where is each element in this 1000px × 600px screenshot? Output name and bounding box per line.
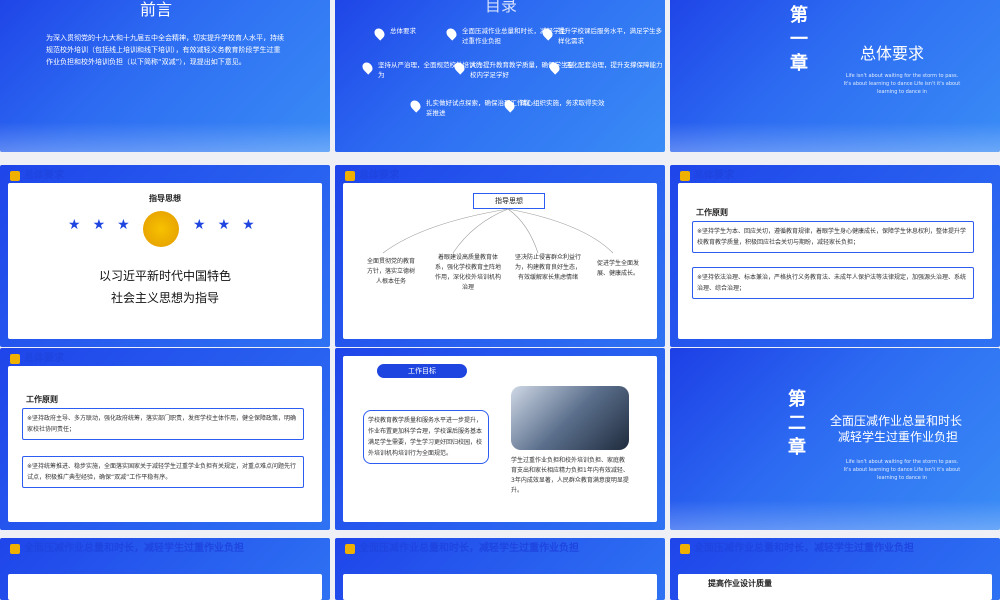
principle-box-2: ※坚持依法治理、标本兼治，严格执行义务教育法、未成年人保护法等法律规定，加强源头… xyxy=(692,267,974,299)
section-header: 总体要求 xyxy=(24,170,64,181)
slide-thumbnail-11[interactable]: 全面压减作业总量和时长，减轻学生过重作业负担 xyxy=(335,538,665,600)
section-header: 全面压减作业总量和时长，减轻学生过重作业负担 xyxy=(694,543,914,554)
branch-text-2: 着眼建设高质量教育体系，强化学校教育主阵地作用，深化校外培训机构治理 xyxy=(434,254,501,291)
section-header: 全面压减作业总量和时长，减轻学生过重作业负担 xyxy=(359,543,579,554)
star-icon: ★ xyxy=(92,217,106,233)
chapter-english-text: Life isn't about waiting for the storm t… xyxy=(843,459,961,481)
section-header: 总体要求 xyxy=(24,353,64,364)
skyline-decoration xyxy=(670,122,1000,152)
chapter-english-text: Life isn't about waiting for the storm t… xyxy=(843,73,961,95)
slide-thumbnail-4[interactable]: 总体要求 指导思想 ★ ★ ★ ★ ★ ★ 以习近平新时代中国特色 社会主义思想… xyxy=(0,165,330,347)
map-pin-icon xyxy=(502,98,517,113)
chapter-title-line-1: 全面压减作业总量和时长 xyxy=(830,414,963,428)
slide-thumbnail-5[interactable]: 总体要求 指导思想 全面贯彻党的教育方针，落实立德树人根本任务 着眼建设高质量教… xyxy=(335,165,665,347)
star-icon: ★ xyxy=(193,217,206,233)
party-logo-icon xyxy=(10,544,20,554)
star-icon: ★ xyxy=(68,217,81,233)
party-logo-icon xyxy=(680,171,690,181)
subtitle: 工作原则 xyxy=(696,208,728,217)
subtitle: 指导思想 xyxy=(149,194,181,203)
chapter-number: 第一章 xyxy=(790,5,808,74)
hammer-sickle-icon xyxy=(143,211,179,247)
principle-box-2: ※坚持统筹推进、稳步实施，全面落实国家关于减轻学生过重学业负担有关规定，对重点难… xyxy=(22,456,304,488)
slide-thumbnail-6[interactable]: 总体要求 工作原则 ※坚持学生为本、回应关切，遵循教育规律，着眼学生身心健康成长… xyxy=(670,165,1000,347)
slide-thumbnail-8[interactable]: 工作目标 学校教育教学质量和服务水平进一步提升，作业布置更加科学合理，学校课后服… xyxy=(335,348,665,530)
chapter-number: 第二章 xyxy=(788,389,806,458)
party-logo-icon xyxy=(345,171,355,181)
slide-thumbnail-9[interactable]: 第二章 全面压减作业总量和时长 减轻学生过重作业负担 Life isn't ab… xyxy=(670,348,1000,530)
branch-text-3: 坚决防止侵害群众利益行为，构建教育良好生态，有效缓解家长焦虑情绪 xyxy=(514,254,581,281)
toc-item-3: 提升学校课后服务水平，满足学生多样化需求 xyxy=(540,26,663,46)
map-pin-icon xyxy=(360,60,375,75)
guiding-line-2: 社会主义思想为指导 xyxy=(110,291,219,305)
party-logo-icon xyxy=(10,354,20,364)
party-logo-icon xyxy=(10,171,20,181)
star-icon: ★ xyxy=(217,217,231,233)
principle-box-1: ※坚持政府主导、多方联动，强化政府统筹，落实部门职责，发挥学校主体作用，健全保障… xyxy=(22,408,304,440)
map-pin-icon xyxy=(547,60,562,75)
slide-thumbnail-12[interactable]: 全面压减作业总量和时长，减轻学生过重作业负担 提高作业设计质量 xyxy=(670,538,1000,600)
map-pin-icon xyxy=(444,26,459,41)
section-header: 总体要求 xyxy=(359,170,399,181)
party-logo-icon xyxy=(345,544,355,554)
map-pin-icon xyxy=(540,26,555,41)
slide-thumbnail-3[interactable]: 第一章 总体要求 Life isn't about waiting for th… xyxy=(670,0,1000,152)
skyline-decoration xyxy=(670,500,1000,530)
map-pin-icon xyxy=(372,26,387,41)
toc-item-8: 精心组织实施，务求取得实效 xyxy=(502,98,625,113)
branch-text-1: 全面贯彻党的教育方针，落实立德树人根本任务 xyxy=(366,258,415,285)
toc-item-6: 强化配套治理，提升支撑保障能力 xyxy=(547,60,665,75)
slide-thumbnail-1[interactable]: 前言 为深入贯彻党的十九大和十九届五中全会精神，切实提升学校育人水平，持续规范校… xyxy=(0,0,330,152)
slide-thumbnail-7[interactable]: 总体要求 工作原则 ※坚持政府主导、多方联动，强化政府统筹，落实部门职责，发挥学… xyxy=(0,348,330,530)
goal-badge: 工作目标 xyxy=(377,364,467,378)
slide-thumbnail-10[interactable]: 全面压减作业总量和时长，减轻学生过重作业负担 xyxy=(0,538,330,600)
branch-text-4: 促进学生全面发展、健康成长。 xyxy=(596,260,639,277)
principle-box-1: ※坚持学生为本、回应关切，遵循教育规律，着眼学生身心健康成长，保障学生休息权利，… xyxy=(692,221,974,253)
section-header: 总体要求 xyxy=(694,170,734,181)
chapter-title-line-2: 减轻学生过重作业负担 xyxy=(838,430,959,444)
skyline-decoration xyxy=(0,122,330,152)
map-pin-icon xyxy=(452,60,467,75)
building-photo xyxy=(511,386,629,450)
map-pin-icon xyxy=(408,98,423,113)
slide1-body: 为深入贯彻党的十九大和十九届五中全会精神，切实提升学校育人水平，持续规范校外培训… xyxy=(46,34,284,66)
slide-thumbnail-2[interactable]: 目录 总体要求 全面压减作业总量和时长，减轻学生过重作业负担 提升学校课后服务水… xyxy=(335,0,665,152)
goal-left-box: 学校教育教学质量和服务水平进一步提升，作业布置更加科学合理，学校课后服务基本满足… xyxy=(363,410,489,464)
subtitle: 工作原则 xyxy=(26,395,58,404)
chapter-title: 总体要求 xyxy=(860,44,925,63)
guiding-line-1: 以习近平新时代中国特色 xyxy=(98,269,231,283)
slide1-title: 前言 xyxy=(140,0,173,19)
star-icon: ★ xyxy=(117,217,130,233)
subtitle: 提高作业设计质量 xyxy=(708,579,772,588)
slide2-title: 目录 xyxy=(485,0,518,15)
party-logo-icon xyxy=(680,544,690,554)
star-icon: ★ xyxy=(242,217,255,233)
section-header: 全面压减作业总量和时长，减轻学生过重作业负担 xyxy=(24,543,244,554)
goal-right-text: 学生过重作业负担和校外培训负担、家庭教育支出和家长相应精力负担1年内有效减轻、3… xyxy=(511,457,629,494)
